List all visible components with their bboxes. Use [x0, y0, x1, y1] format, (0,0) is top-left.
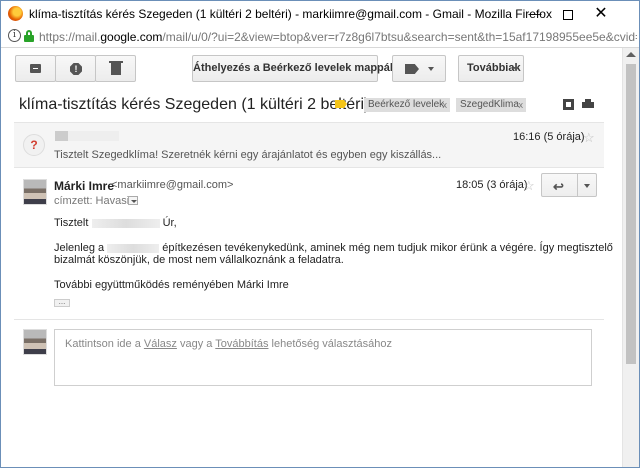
- chevron-down-icon: [428, 67, 434, 71]
- star-icon[interactable]: ☆: [523, 179, 535, 192]
- print-icon[interactable]: [582, 99, 594, 110]
- firefox-logo-icon: [8, 6, 23, 21]
- star-icon[interactable]: ☆: [583, 131, 595, 144]
- archive-icon: [30, 64, 41, 73]
- chevron-down-icon: [584, 184, 590, 188]
- greeting-line: Tisztelt Úr,: [54, 217, 177, 229]
- scrollbar-thumb[interactable]: [626, 64, 636, 364]
- body-paragraph-line1: Jelenleg a építkezésen tevékenykedünk, a…: [54, 242, 613, 254]
- collapsed-message[interactable]: ? Tisztelt Szegedklíma! Szeretnék kérni …: [14, 122, 604, 168]
- body-paragraph-line2: bizalmát köszönjük, de most nem vállalko…: [54, 254, 344, 266]
- lock-icon: [24, 30, 34, 42]
- gmail-content: ! Áthelyezés a Beérkező levelek mappába …: [1, 48, 639, 467]
- more-button[interactable]: Továbbiak: [458, 55, 524, 82]
- remove-label-icon[interactable]: x: [519, 98, 524, 112]
- reply-link[interactable]: Válasz: [144, 338, 177, 350]
- url-path: /mail/u/0/?ui=2&view=btop&ver=r7z8g6l7bt…: [162, 30, 637, 44]
- archive-button[interactable]: [15, 55, 56, 82]
- reply-button[interactable]: ↩: [541, 173, 578, 197]
- remove-label-icon[interactable]: x: [443, 98, 448, 112]
- message-time: 18:05 (3 órája): [456, 179, 528, 191]
- placeholder-text: lehetőség választásához: [271, 338, 393, 350]
- delete-button[interactable]: [95, 55, 136, 82]
- sender-name-redacted: [55, 131, 119, 141]
- labels-button[interactable]: [392, 55, 446, 82]
- maximize-icon: [563, 9, 573, 20]
- chevron-down-icon: [513, 67, 519, 71]
- greeting-end: Úr,: [162, 217, 177, 229]
- sender-email: <markiimre@gmail.com>: [111, 179, 234, 191]
- avatar: [23, 329, 47, 355]
- message-more-button[interactable]: [577, 173, 597, 197]
- scroll-up-icon[interactable]: [626, 52, 636, 57]
- spam-icon: !: [70, 63, 82, 75]
- vertical-scrollbar[interactable]: [622, 48, 639, 467]
- message-snippet: Tisztelt Szegedklíma! Szeretnék kérni eg…: [54, 149, 442, 161]
- minimize-button[interactable]: —: [519, 1, 551, 26]
- redacted-text: [107, 243, 160, 253]
- label-chip-name: Beérkező levelek: [368, 99, 445, 110]
- url-bar[interactable]: i https://mail.google.com/mail/u/0/?ui=2…: [1, 26, 639, 48]
- report-spam-button[interactable]: !: [55, 55, 96, 82]
- maximize-button[interactable]: [552, 1, 584, 26]
- reply-box[interactable]: Kattintson ide a Válasz vagy a Továbbítá…: [54, 329, 592, 386]
- forward-link[interactable]: Továbbítás: [215, 338, 268, 350]
- label-chip-name: SzegedKlima: [460, 99, 519, 110]
- closing-line: További együttműködés reményében Márki I…: [54, 279, 289, 291]
- para-rest: építkezésen tevékenykedünk, aminek még n…: [162, 242, 613, 254]
- url-domain: google.com: [100, 30, 163, 44]
- avatar: ?: [23, 134, 45, 156]
- close-button[interactable]: ✕: [585, 1, 617, 26]
- sender-name: Márki Imre: [54, 179, 115, 193]
- url-text[interactable]: https://mail.google.com/mail/u/0/?ui=2&v…: [39, 30, 637, 44]
- title-bar: klíma-tisztítás kérés Szegeden (1 kültér…: [1, 1, 639, 26]
- recipient-line: címzett: Havasi: [54, 195, 130, 207]
- label-icon: [405, 64, 419, 74]
- label-chip-inbox[interactable]: Beérkező levelek x: [364, 98, 450, 112]
- url-prefix: https://mail.: [39, 30, 101, 44]
- show-trimmed-content-button[interactable]: ...: [54, 298, 70, 307]
- show-details-icon[interactable]: [128, 196, 138, 205]
- site-info-icon[interactable]: i: [8, 29, 21, 42]
- browser-window: klíma-tisztítás kérés Szegeden (1 kültér…: [0, 0, 640, 468]
- message-time: 16:16 (5 órája): [513, 131, 585, 143]
- reply-icon: ↩: [553, 179, 564, 194]
- para-start: Jelenleg a: [54, 242, 105, 254]
- thread-subject: klíma-tisztítás kérés Szegeden (1 kültér…: [19, 96, 370, 113]
- reply-box-placeholder: Kattintson ide a Válasz vagy a Továbbítá…: [65, 338, 392, 350]
- placeholder-text: vagy a: [180, 338, 213, 350]
- greeting-start: Tisztelt: [54, 217, 89, 229]
- trash-icon: [109, 61, 123, 75]
- avatar: [23, 179, 47, 205]
- window-title: klíma-tisztítás kérés Szegeden (1 kültér…: [29, 7, 552, 21]
- open-new-window-icon[interactable]: [563, 99, 575, 110]
- label-chip-szegedklima[interactable]: SzegedKlima x: [456, 98, 526, 112]
- redacted-text: [91, 218, 160, 228]
- placeholder-text: Kattintson ide a: [65, 338, 141, 350]
- divider: [14, 319, 604, 320]
- move-to-inbox-button[interactable]: Áthelyezés a Beérkező levelek mappába: [192, 55, 403, 82]
